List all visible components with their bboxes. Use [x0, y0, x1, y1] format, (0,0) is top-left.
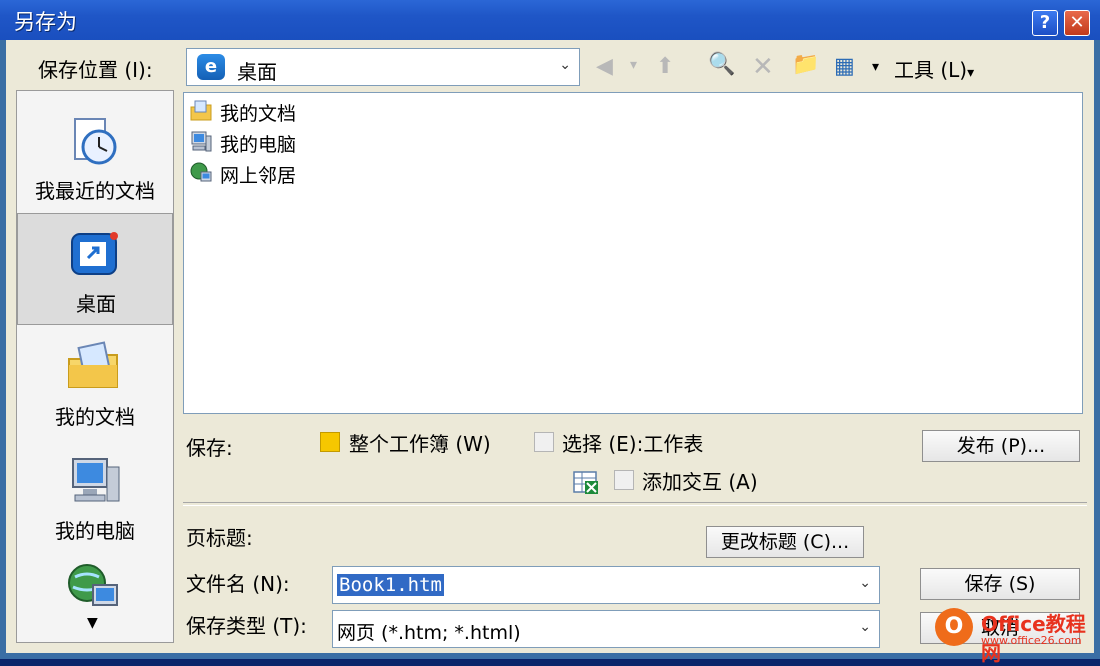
chevron-down-icon[interactable]: ⌄ [859, 619, 871, 635]
save-as-dialog: 另存为 ? ✕ 保存位置 (I): e 桌面 ⌄ ◀ ▾ ⬆ 🔍 ✕ 📁 ▦ ▾… [0, 0, 1100, 665]
views-icon[interactable]: ▦ [834, 56, 855, 78]
excel-icon [573, 471, 598, 494]
place-my-computer[interactable]: 我的电脑 [17, 441, 173, 553]
office-logo-icon: O [935, 608, 973, 646]
save-location-label: 保存位置 (I): [38, 58, 153, 82]
my-documents-icon [68, 341, 118, 388]
add-interactive-checkbox[interactable] [614, 470, 634, 490]
place-label: 我的电脑 [55, 519, 135, 543]
tools-menu[interactable]: 工具 (L)▾ [894, 54, 974, 83]
publish-button[interactable]: 发布 (P)... [922, 430, 1080, 462]
my-computer-icon [72, 458, 120, 502]
place-label: 我最近的文档 [35, 179, 155, 203]
network-places-icon [68, 564, 118, 606]
add-interactive-label: 添加交互 (A) [642, 470, 758, 494]
whole-workbook-radio[interactable] [320, 432, 340, 452]
my-documents-icon [190, 100, 212, 121]
place-recent-documents[interactable]: 我最近的文档 [17, 101, 173, 213]
places-bar: 我最近的文档 桌面 我的文档 我的电脑 ▼ [16, 90, 174, 643]
filename-value: Book1.htm [337, 574, 444, 596]
chevron-down-icon[interactable]: ⌄ [859, 575, 871, 591]
filename-label: 文件名 (N): [186, 572, 290, 596]
filetype-select[interactable]: 网页 (*.htm; *.html) ⌄ [332, 610, 880, 648]
save-options-label: 保存: [186, 436, 233, 460]
desktop-icon: e [197, 54, 225, 80]
place-network[interactable]: ▼ [17, 549, 173, 641]
whole-workbook-label: 整个工作簿 (W) [349, 432, 491, 456]
up-folder-icon[interactable]: ⬆ [656, 56, 674, 78]
file-list[interactable]: 我的文档 我的电脑 网上邻居 [183, 92, 1083, 414]
save-button[interactable]: 保存 (S) [920, 568, 1080, 600]
my-computer-icon [191, 131, 212, 152]
new-folder-icon[interactable]: 📁 [792, 54, 819, 76]
scroll-down-icon[interactable]: ▼ [87, 615, 98, 631]
tools-menu-label: 工具 (L) [894, 58, 968, 82]
selection-radio[interactable] [534, 432, 554, 452]
delete-icon[interactable]: ✕ [752, 54, 774, 80]
search-web-icon[interactable]: 🔍 [708, 54, 735, 76]
place-label: 桌面 [76, 292, 116, 316]
watermark: O Office教程网 www.office26.com [925, 606, 1095, 665]
back-dropdown-icon[interactable]: ▾ [630, 58, 637, 72]
place-label: 我的文档 [55, 405, 135, 429]
recent-documents-icon [74, 118, 117, 165]
place-desktop[interactable]: 桌面 [17, 213, 173, 325]
tools-dropdown-icon: ▾ [967, 65, 975, 81]
save-location-combo[interactable]: e 桌面 ⌄ [186, 48, 580, 86]
network-icon [190, 162, 212, 182]
window-title: 另存为 [14, 10, 77, 34]
place-my-documents[interactable]: 我的文档 [17, 327, 173, 439]
divider [183, 502, 1087, 506]
page-title-label: 页标题: [186, 526, 253, 550]
watermark-url: www.office26.com [981, 634, 1082, 647]
title-bar: 另存为 ? ✕ [0, 0, 1100, 40]
close-button[interactable]: ✕ [1064, 10, 1090, 36]
selection-label: 选择 (E):工作表 [562, 432, 704, 456]
file-name: 我的电脑 [220, 134, 297, 156]
help-button[interactable]: ? [1032, 10, 1058, 36]
file-name: 我的文档 [220, 103, 297, 125]
save-location-value: 桌面 [237, 60, 277, 84]
file-name: 网上邻居 [220, 165, 297, 187]
change-title-button[interactable]: 更改标题 (C)... [706, 526, 864, 558]
back-icon[interactable]: ◀ [596, 56, 613, 78]
chevron-down-icon[interactable]: ⌄ [559, 57, 571, 73]
filetype-label: 保存类型 (T): [186, 614, 307, 638]
filetype-value: 网页 (*.htm; *.html) [337, 622, 521, 644]
dialog-body: 保存位置 (I): e 桌面 ⌄ ◀ ▾ ⬆ 🔍 ✕ 📁 ▦ ▾ 工具 (L)▾ [6, 40, 1094, 653]
views-dropdown-icon[interactable]: ▾ [872, 60, 879, 74]
filename-input[interactable]: Book1.htm ⌄ [332, 566, 880, 604]
desktop-icon [71, 232, 118, 275]
